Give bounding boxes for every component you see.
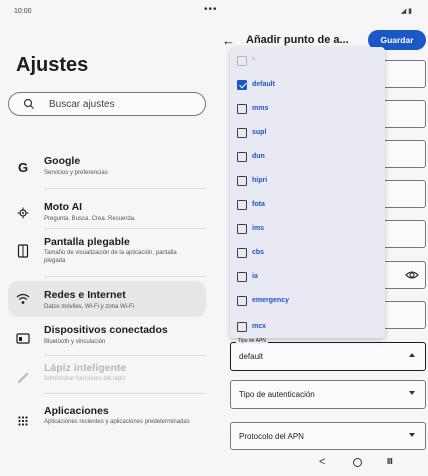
checkbox-checked-icon[interactable] xyxy=(237,80,247,90)
apn-type-dropdown[interactable]: * default mms supl dun hipri fota ims cb… xyxy=(230,47,385,338)
divider xyxy=(44,276,206,277)
navigation-bar: < III xyxy=(0,452,428,476)
checkbox-icon[interactable] xyxy=(237,104,247,114)
status-time: 10:00 xyxy=(14,8,32,15)
checkbox-icon[interactable] xyxy=(237,152,247,162)
checkbox-icon[interactable] xyxy=(237,200,247,210)
checkbox-icon[interactable] xyxy=(237,128,247,138)
settings-item-title: Moto AI xyxy=(44,201,83,213)
settings-item-title: Google xyxy=(44,155,81,167)
apn-type-option[interactable]: ims xyxy=(230,219,385,243)
settings-item-subtitle: Datos móviles, Wi-Fi y zona Wi-Fi xyxy=(44,304,135,310)
settings-item-moto-ai[interactable]: Moto AI Pregunta. Busca. Crea. Recuerda. xyxy=(8,196,206,230)
option-label: default xyxy=(252,81,275,88)
search-input[interactable]: Buscar ajustes xyxy=(8,92,206,116)
chevron-down-icon xyxy=(409,433,415,437)
settings-item-devices[interactable]: Dispositivos conectados Bluetooth y vinc… xyxy=(8,320,206,354)
chevron-up-icon xyxy=(409,353,415,357)
settings-item-subtitle: Servicios y preferencias xyxy=(44,170,108,176)
option-label: dun xyxy=(252,153,265,160)
settings-item-subtitle: Aplicaciones recientes y aplicaciones pr… xyxy=(44,419,190,425)
checkbox-icon[interactable] xyxy=(237,176,247,186)
apn-type-option[interactable]: dun xyxy=(230,147,385,171)
apn-type-option[interactable]: supl xyxy=(230,123,385,147)
option-label: mcx xyxy=(252,323,267,330)
option-label: ia xyxy=(252,273,258,280)
settings-item-title: Aplicaciones xyxy=(44,405,109,417)
eye-icon[interactable] xyxy=(405,269,419,281)
auth-type-select[interactable]: Tipo de autenticación xyxy=(230,380,426,409)
nav-home-icon[interactable] xyxy=(353,458,362,467)
back-arrow-icon[interactable]: ← xyxy=(222,33,235,48)
option-label: hipri xyxy=(252,177,268,184)
settings-item-title: Pantalla plegable xyxy=(44,236,130,248)
apn-type-option[interactable]: default xyxy=(230,75,385,99)
nav-back-icon[interactable]: < xyxy=(319,456,325,468)
option-label: emergency xyxy=(252,297,289,304)
option-label: mms xyxy=(252,105,269,112)
divider xyxy=(44,355,206,356)
apps-icon xyxy=(14,412,32,430)
chevron-down-icon xyxy=(409,391,415,395)
apn-type-option[interactable]: hipri xyxy=(230,171,385,195)
settings-item-title: Redes e Internet xyxy=(44,289,126,301)
settings-item-network[interactable]: Redes e Internet Datos móviles, Wi-Fi y … xyxy=(8,281,206,317)
settings-item-pen[interactable]: Lápiz inteligente Administrar funciones … xyxy=(8,360,206,394)
foldable-icon xyxy=(14,242,32,260)
checkbox-icon[interactable] xyxy=(237,224,247,234)
settings-item-foldable[interactable]: Pantalla plegable Tamaño de visualizació… xyxy=(8,232,206,272)
settings-item-google[interactable]: G Google Servicios y preferencias xyxy=(8,150,206,184)
devices-icon xyxy=(14,329,32,347)
apn-type-select[interactable]: Tipo de APN default xyxy=(230,338,426,371)
nav-recents-icon[interactable]: III xyxy=(387,457,393,466)
settings-item-apps[interactable]: Aplicaciones Aplicaciones recientes y ap… xyxy=(8,402,206,438)
wifi-icon xyxy=(14,290,32,308)
checkbox-icon[interactable] xyxy=(237,322,247,332)
checkbox-icon[interactable] xyxy=(237,272,247,282)
search-placeholder: Buscar ajustes xyxy=(49,99,115,110)
settings-item-title: Lápiz inteligente xyxy=(44,362,127,374)
google-icon: G xyxy=(17,159,29,175)
moto-ai-icon xyxy=(14,204,32,222)
apn-protocol-select[interactable]: Protocolo del APN xyxy=(230,422,426,450)
auth-type-label: Tipo de autenticación xyxy=(239,390,315,399)
divider xyxy=(44,228,206,229)
apn-type-option[interactable]: ia xyxy=(230,267,385,291)
apn-type-option[interactable]: emergency xyxy=(230,291,385,315)
settings-item-subtitle: Bluetooth y vinculación xyxy=(44,339,106,345)
option-label: supl xyxy=(252,129,267,136)
settings-item-title: Dispositivos conectados xyxy=(44,324,168,336)
apn-type-value: default xyxy=(239,352,264,361)
apn-type-option[interactable]: fota xyxy=(230,195,385,219)
pen-icon xyxy=(14,369,32,387)
option-label: fota xyxy=(252,201,265,208)
option-label: * xyxy=(252,57,255,64)
search-icon xyxy=(23,98,34,109)
checkbox-icon[interactable] xyxy=(237,56,247,66)
settings-item-subtitle: Administrar funciones del lápiz xyxy=(44,376,126,382)
apn-type-option[interactable]: mms xyxy=(230,99,385,123)
settings-item-subtitle: Pregunta. Busca. Crea. Recuerda. xyxy=(44,216,136,222)
apn-protocol-label: Protocolo del APN xyxy=(239,432,304,441)
divider xyxy=(44,188,206,189)
apn-header-title: Añadir punto de a... xyxy=(246,34,349,46)
signal-battery-icon: ◢ ▮ xyxy=(400,8,412,15)
page-title: Ajustes xyxy=(16,54,89,76)
status-dots: ••• xyxy=(204,4,218,15)
apn-type-option[interactable]: cbs xyxy=(230,243,385,267)
checkbox-icon[interactable] xyxy=(237,248,247,258)
apn-type-option[interactable]: mcx xyxy=(230,317,385,338)
settings-item-subtitle: Tamaño de visualización de la aplicación… xyxy=(44,250,177,264)
apn-type-option[interactable]: * xyxy=(230,51,385,75)
option-label: cbs xyxy=(252,249,265,256)
divider xyxy=(44,393,206,394)
option-label: ims xyxy=(252,225,265,232)
checkbox-icon[interactable] xyxy=(237,296,247,306)
apn-type-label: Tipo de APN xyxy=(236,338,268,344)
status-bar: 10:00 ••• ◢ ▮ xyxy=(0,0,428,24)
